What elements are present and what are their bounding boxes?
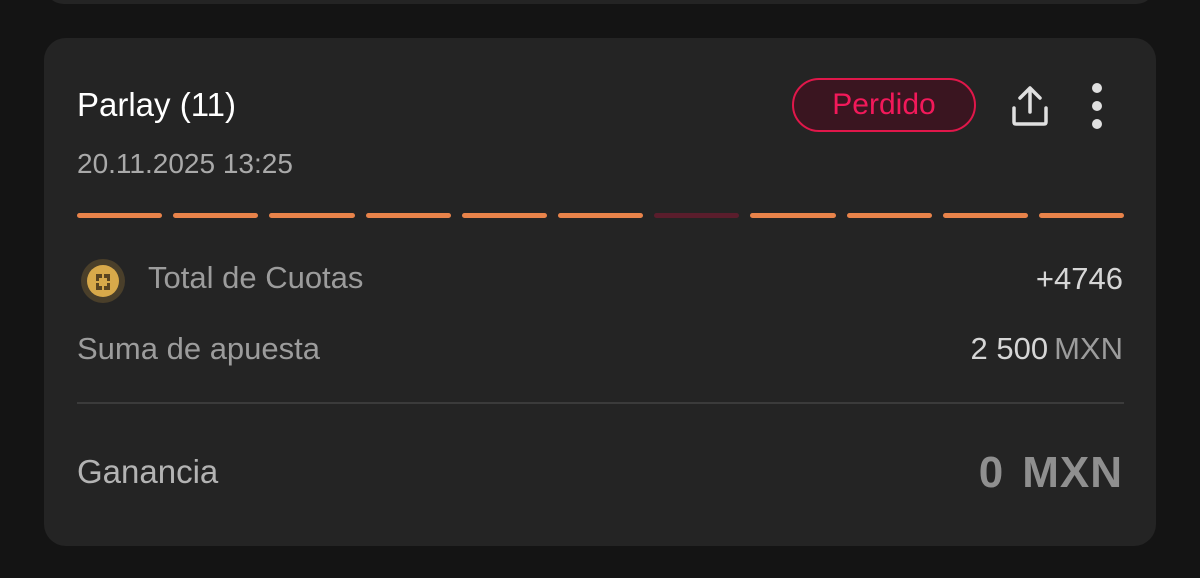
parlay-leg-1-won (77, 213, 163, 218)
stake-currency: MXN (1054, 331, 1123, 366)
parlay-leg-9-won (846, 213, 932, 218)
parlay-leg-7-lost (654, 213, 740, 218)
winnings-currency: MXN (1022, 448, 1123, 497)
coin-icon (81, 259, 125, 303)
share-icon[interactable] (1006, 82, 1054, 130)
status-badge: Perdido (792, 78, 976, 132)
winnings-value: 0 MXN (979, 448, 1123, 498)
parlay-leg-8-won (750, 213, 836, 218)
parlay-leg-6-won (557, 213, 644, 218)
stake-amount: 2 500 (970, 331, 1049, 366)
parlay-leg-5-won (461, 213, 547, 218)
stake-value: 2 500 MXN (971, 331, 1123, 367)
stake-label: Suma de apuesta (77, 331, 321, 366)
parlay-leg-10-won (942, 213, 1028, 218)
total-odds-label: Total de Cuotas (148, 260, 364, 295)
winnings-label: Ganancia (77, 453, 219, 490)
winnings-amount: 0 (978, 448, 1005, 497)
bet-date: 20.11.2025 13:25 (77, 148, 293, 179)
divider (77, 402, 1124, 404)
parlay-legs-bar (77, 213, 1125, 219)
parlay-leg-4-won (365, 213, 451, 218)
more-vertical-icon[interactable] (1082, 80, 1112, 132)
parlay-leg-2-won (173, 213, 259, 218)
bet-title: Parlay (11) (77, 86, 236, 123)
parlay-leg-3-won (269, 213, 355, 218)
parlay-leg-11-won (1038, 213, 1125, 218)
bet-card[interactable]: Parlay (11) 20.11.2025 13:25 Perdido Tot… (44, 38, 1156, 546)
previous-card-edge (44, 0, 1156, 4)
total-odds-value: +4746 (1035, 261, 1123, 296)
